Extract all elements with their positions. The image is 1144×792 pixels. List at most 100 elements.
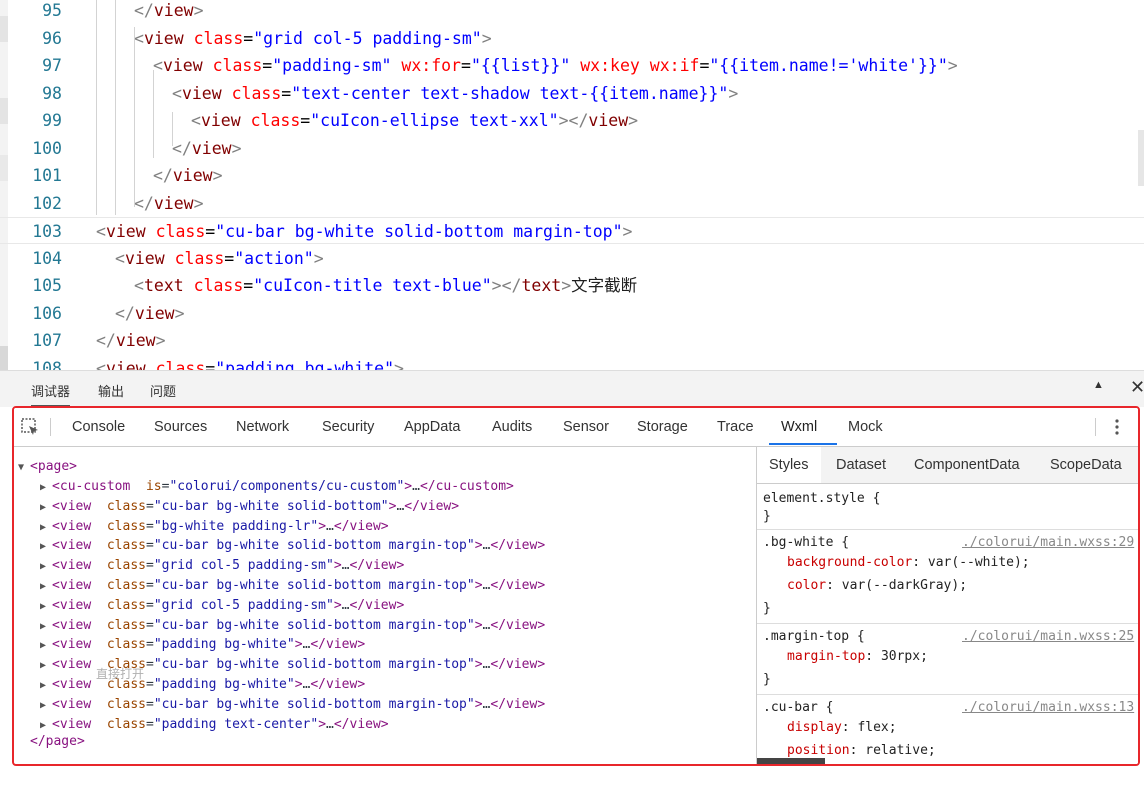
code-line[interactable]: 104 <view class="action"> [0, 245, 1144, 272]
code-text: </view> [172, 138, 242, 158]
tree-root-open[interactable]: ▼ <page> [18, 457, 77, 477]
tab-storage[interactable]: Storage [637, 419, 688, 435]
node-attr-name: class [106, 518, 146, 534]
code-line[interactable]: 96 <view class="grid col-5 padding-sm"> [0, 25, 1144, 52]
close-panel-icon[interactable]: ✕ [1130, 377, 1144, 398]
rule-source-link[interactable]: ./colorui/main.wxss:25 [962, 629, 1134, 644]
rule-selector: element.style { [763, 491, 881, 506]
tab-debugger[interactable]: 调试器 [31, 381, 71, 407]
style-rule[interactable]: .bg-white {./colorui/main.wxss:29 backgro… [757, 529, 1138, 624]
horizontal-scrollbar[interactable] [757, 758, 825, 764]
code-line[interactable]: 102 </view> [0, 190, 1144, 217]
style-rule[interactable]: element.style {} [757, 485, 1138, 530]
toolbar-separator [1095, 418, 1096, 436]
expand-triangle-icon[interactable]: ▶ [40, 720, 52, 731]
node-close-tag: </view> [490, 657, 546, 673]
tree-node[interactable]: ▶ <view class="padding text-center">…</v… [40, 715, 389, 735]
rule-close-brace: } [763, 509, 771, 524]
tab-console[interactable]: Console [72, 419, 125, 435]
tree-node[interactable]: ▶ <view class="cu-bar bg-white solid-bot… [40, 616, 545, 636]
code-line[interactable]: 106 </view> [0, 300, 1144, 327]
collapse-triangle-icon[interactable]: ▼ [18, 462, 30, 473]
node-attr-name: class [106, 617, 146, 633]
code-line[interactable]: 108 <view class="padding bg-white"> [0, 355, 1144, 371]
node-attr-name: class [106, 498, 146, 514]
line-number: 99 [42, 111, 62, 130]
tab-trace[interactable]: Trace [717, 419, 754, 435]
style-property[interactable]: color: var(--darkGray); [787, 578, 967, 593]
expand-triangle-icon[interactable]: ▶ [40, 621, 52, 632]
tab-security[interactable]: Security [322, 419, 374, 435]
maximize-panel-icon[interactable]: ▲ [1093, 379, 1104, 391]
active-tab-indicator [769, 443, 837, 445]
expand-triangle-icon[interactable]: ▶ [40, 561, 52, 572]
code-line[interactable]: 105 <text class="cuIcon-title text-blue">… [0, 272, 1144, 299]
tab-audits[interactable]: Audits [492, 419, 532, 435]
code-line[interactable]: 101 </view> [0, 162, 1144, 189]
code-text: </view> [153, 166, 223, 185]
code-line[interactable]: 103 <view class="cu-bar bg-white solid-bo… [0, 217, 1144, 244]
style-property[interactable]: background-color: var(--white); [787, 555, 1030, 570]
tab-mock[interactable]: Mock [848, 419, 883, 435]
tab-wxml[interactable]: Wxml [781, 419, 817, 435]
expand-triangle-icon[interactable]: ▶ [40, 522, 52, 533]
tree-node[interactable]: ▶ <view class="cu-bar bg-white solid-bot… [40, 497, 459, 517]
code-line[interactable]: 98 <view class="text-center text-shadow t… [0, 80, 1144, 107]
code-text: <view class="action"> [115, 248, 324, 268]
node-tag: > [474, 578, 483, 593]
expand-triangle-icon[interactable]: ▶ [40, 581, 52, 592]
tab-scopedata[interactable]: ScopeData [1038, 447, 1134, 483]
style-rule[interactable]: .cu-bar {./colorui/main.wxss:13 display: … [757, 694, 1138, 764]
tree-node[interactable]: ▶ <view class="cu-bar bg-white solid-bot… [40, 576, 545, 596]
code-line[interactable]: 107 </view> [0, 327, 1144, 354]
tree-node[interactable]: ▶ <view class="padding bg-white">…</view… [40, 675, 365, 695]
inspect-element-icon[interactable] [20, 417, 40, 437]
tree-node[interactable]: ▶ <view class="grid col-5 padding-sm">…<… [40, 596, 404, 616]
expand-triangle-icon[interactable]: ▶ [40, 700, 52, 711]
expand-triangle-icon[interactable]: ▶ [40, 640, 52, 651]
rule-close-brace: } [763, 672, 771, 687]
expand-triangle-icon[interactable]: ▶ [40, 680, 52, 691]
tab-network[interactable]: Network [236, 419, 289, 435]
tree-node[interactable]: ▶ <view class="grid col-5 padding-sm">…<… [40, 556, 404, 576]
code-text: <text class="cuIcon-title text-blue"></t… [134, 276, 638, 295]
code-text: <view class="padding bg-white"> [96, 358, 404, 371]
node-attr-value: "cu-bar bg-white solid-bottom" [153, 498, 389, 514]
tab-styles[interactable]: Styles [757, 447, 821, 483]
style-property[interactable]: display: flex; [787, 720, 897, 735]
node-tag: > [333, 597, 342, 613]
node-close-tag: </view> [310, 677, 366, 692]
expand-triangle-icon[interactable]: ▶ [40, 482, 52, 493]
code-line[interactable]: 97 <view class="padding-sm" wx:for="{{lis… [0, 52, 1144, 79]
node-close-tag: </view> [490, 578, 546, 593]
more-options-icon[interactable] [1112, 417, 1122, 437]
wxml-tree[interactable]: ▼ <page> ▶ <cu-custom is="colorui/compon… [14, 447, 756, 764]
rule-source-link[interactable]: ./colorui/main.wxss:13 [962, 700, 1134, 715]
node-tag: > [474, 657, 483, 673]
tab-sources[interactable]: Sources [154, 419, 207, 435]
expand-triangle-icon[interactable]: ▶ [40, 660, 52, 671]
node-tag: > [474, 696, 483, 712]
tab-sensor[interactable]: Sensor [563, 419, 609, 435]
tab-output[interactable]: 输出 [98, 381, 124, 405]
style-property[interactable]: margin-top: 30rpx; [787, 649, 928, 664]
tree-node[interactable]: ▶ <view class="padding bg-white">…</view… [40, 635, 365, 655]
tab-appdata[interactable]: AppData [404, 419, 460, 435]
tree-node[interactable]: ▶ <view class="bg-white padding-lr">…</v… [40, 517, 389, 537]
tab-problems[interactable]: 问题 [150, 381, 176, 405]
expand-triangle-icon[interactable]: ▶ [40, 601, 52, 612]
expand-triangle-icon[interactable]: ▶ [40, 502, 52, 513]
code-text: </view> [96, 331, 166, 350]
style-property[interactable]: position: relative; [787, 743, 936, 758]
style-rule[interactable]: .margin-top {./colorui/main.wxss:25 margi… [757, 623, 1138, 695]
tab-dataset[interactable]: Dataset [824, 447, 898, 483]
rule-source-link[interactable]: ./colorui/main.wxss:29 [962, 535, 1134, 550]
tab-componentdata[interactable]: ComponentData [902, 447, 1032, 483]
tree-node[interactable]: ▶ <view class="cu-bar bg-white solid-bot… [40, 536, 545, 556]
code-line[interactable]: 95 </view> [0, 0, 1144, 24]
code-editor[interactable]: 95 </view> 96 <view class="grid col-5 paddi… [0, 0, 1144, 370]
tree-node[interactable]: ▶ <cu-custom is="colorui/components/cu-c… [40, 477, 514, 497]
indent-guide [96, 0, 97, 215]
expand-triangle-icon[interactable]: ▶ [40, 541, 52, 552]
tree-node[interactable]: ▶ <view class="cu-bar bg-white solid-bot… [40, 695, 545, 715]
